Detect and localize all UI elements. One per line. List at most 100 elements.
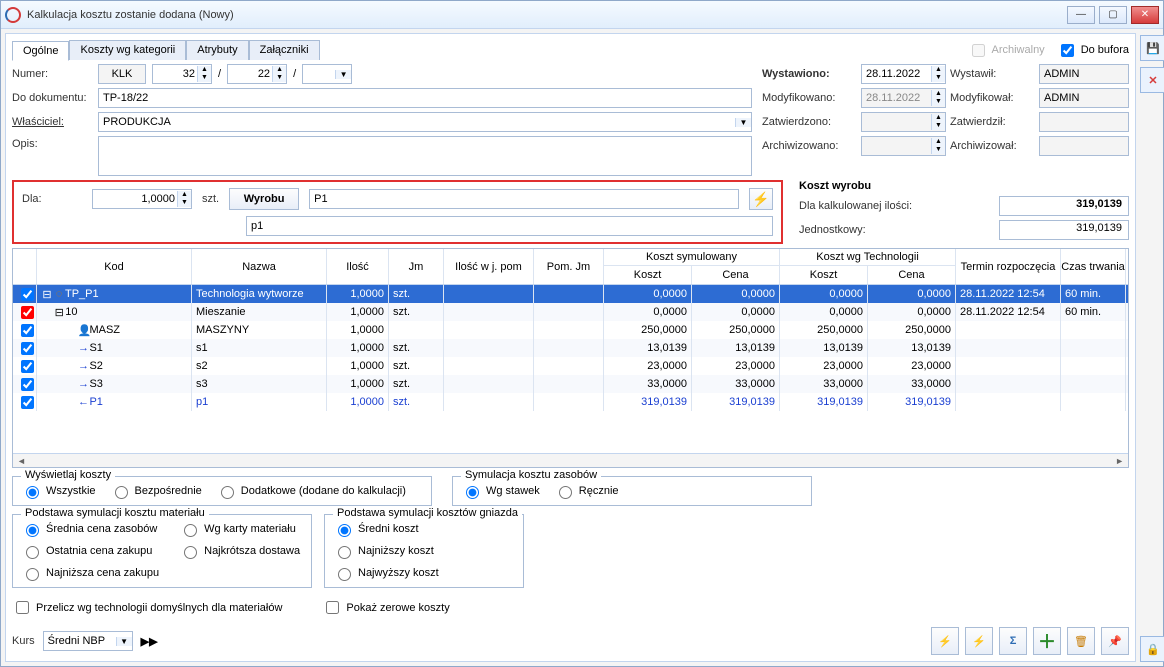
radio-wszystkie[interactable]: Wszystkie (21, 483, 96, 499)
kurs-select[interactable]: Średni NBP▼ (43, 631, 133, 651)
numer-code: KLK (98, 64, 146, 84)
tab-koszty[interactable]: Koszty wg kategorii (69, 40, 186, 60)
check-przelicz[interactable]: Przelicz wg technologii domyślnych dla m… (12, 598, 282, 617)
koszt-row1-label: Dla kalkulowanej ilości: (799, 200, 912, 212)
label-opis: Opis: (12, 136, 92, 176)
th-czas[interactable]: Czas trwania (1061, 249, 1126, 284)
fieldset-wyswietlaj: Wyświetlaj koszty Wszystkie Bezpośrednie… (12, 476, 432, 506)
opis-textarea[interactable] (98, 136, 752, 176)
kurs-next-button[interactable]: ▶▶ (141, 635, 158, 648)
window-title: Kalkulacja kosztu zostanie dodana (Nowy) (27, 9, 1063, 21)
th-jm[interactable]: Jm (389, 249, 444, 284)
label-wystawil: Wystawił: (950, 68, 1035, 80)
koszt-wyrobu-section: Koszt wyrobu Dla kalkulowanej ilości: 31… (799, 180, 1129, 244)
th-nazwa[interactable]: Nazwa (192, 249, 327, 284)
th-kod[interactable]: Kod (37, 249, 192, 284)
close-button[interactable]: ✕ (1131, 6, 1159, 24)
wystawiono-date[interactable]: 28.11.2022▲▼ (861, 64, 946, 84)
tabs: Ogólne Koszty wg kategorii Atrybuty Załą… (12, 40, 320, 60)
th-koszt-tech[interactable]: Koszt wg Technologii (780, 249, 955, 266)
th-pom-jm[interactable]: Pom. Jm (534, 249, 604, 284)
main-panel: Ogólne Koszty wg kategorii Atrybuty Załą… (5, 33, 1136, 662)
save-icon-button[interactable]: 💾 (1140, 35, 1164, 61)
label-wlasciciel[interactable]: Właściciel: (12, 116, 92, 128)
cancel-icon-button[interactable]: ✕ (1140, 67, 1164, 93)
legend-wyswietlaj: Wyświetlaj koszty (21, 469, 115, 481)
wlasciciel-select[interactable]: PRODUKCJA▼ (98, 112, 752, 132)
fieldset-podstawa-mat: Podstawa symulacji kosztu materiału Śred… (12, 514, 312, 588)
label-zatwierdzil: Zatwierdził: (950, 116, 1035, 128)
archival-check[interactable]: Archiwalny (968, 41, 1045, 60)
th-kt[interactable]: Koszt (780, 266, 868, 284)
koszt-row2-label: Jednostkowy: (799, 224, 866, 236)
radio-ostatnia-cena[interactable]: Ostatnia cena zakupu (21, 543, 159, 559)
radio-dodatkowe[interactable]: Dodatkowe (dodane do kalkulacji) (216, 483, 406, 499)
radio-wg-karty[interactable]: Wg karty materiału (179, 521, 300, 537)
radio-najnizszy-koszt[interactable]: Najniższy koszt (333, 543, 434, 559)
radio-sredni-koszt[interactable]: Średni koszt (333, 521, 419, 537)
top-row: Ogólne Koszty wg kategorii Atrybuty Załą… (12, 40, 1129, 60)
radio-najwyzszy-koszt[interactable]: Najwyższy koszt (333, 565, 439, 581)
upper-wrap: Numer: KLK 32▲▼ / 22▲▼ / ▼ Do dokumentu:… (12, 64, 1129, 176)
bolt-button[interactable]: ⚡ (749, 188, 773, 210)
numer-a[interactable]: 32▲▼ (152, 64, 212, 84)
mid-wrap: Dla: 1,0000▲▼ szt. Wyrobu P1 ⚡ p1 Koszt … (12, 180, 1129, 244)
table-row[interactable]: 👤 MASZMASZYNY1,0000250,0000250,0000250,0… (13, 321, 1128, 339)
tab-general[interactable]: Ogólne (12, 41, 69, 61)
table-row[interactable]: ← P1p11,0000szt.319,0139319,0139319,0139… (13, 393, 1128, 411)
check-pokaz-zerowe[interactable]: Pokaż zerowe koszty (322, 598, 449, 617)
pin-button[interactable]: 📌 (1101, 627, 1129, 655)
do-dokumentu-input[interactable]: TP-18/22 (98, 88, 752, 108)
radio-najnizsza-cena[interactable]: Najniższa cena zakupu (21, 565, 159, 581)
label-dla: Dla: (22, 193, 82, 205)
table-row[interactable]: → S2s21,0000szt.23,000023,000023,000023,… (13, 357, 1128, 375)
th-ct[interactable]: Cena (868, 266, 956, 284)
numer-b[interactable]: 22▲▼ (227, 64, 287, 84)
top-right-controls: Archiwalny Do bufora (968, 41, 1130, 60)
table-row[interactable]: → S3s31,0000szt.33,000033,000033,000033,… (13, 375, 1128, 393)
th-cs[interactable]: Cena (692, 266, 780, 284)
lock-icon-button[interactable]: 🔒 (1140, 636, 1164, 662)
th-ks[interactable]: Koszt (604, 266, 692, 284)
bolt-yellow-button[interactable]: ⚡ (931, 627, 959, 655)
table-row[interactable]: → S1s11,0000szt.13,013913,013913,013913,… (13, 339, 1128, 357)
product-desc-input[interactable]: p1 (246, 216, 773, 236)
table-body[interactable]: ⊟◌ TP_P1Technologia wytworze1,0000szt.0,… (13, 285, 1128, 453)
wystawil-val: ADMIN (1039, 64, 1129, 84)
numer-suffix-select[interactable]: ▼ (302, 64, 352, 84)
radio-recznie[interactable]: Ręcznie (554, 483, 619, 499)
sigma-button[interactable]: Σ (999, 627, 1027, 655)
minimize-button[interactable]: — (1067, 6, 1095, 24)
radio-wg-stawek[interactable]: Wg stawek (461, 483, 540, 499)
maximize-button[interactable]: ▢ (1099, 6, 1127, 24)
th-ilosc[interactable]: Ilość (327, 249, 389, 284)
table-row[interactable]: ⊟◌ TP_P1Technologia wytworze1,0000szt.0,… (13, 285, 1128, 303)
dla-qty[interactable]: 1,0000▲▼ (92, 189, 192, 209)
product-input[interactable]: P1 (309, 189, 739, 209)
label-do-dokumentu: Do dokumentu: (12, 92, 92, 104)
table-row[interactable]: ⊟ 10Mieszanie1,0000szt.0,00000,00000,000… (13, 303, 1128, 321)
add-button[interactable]: ＋ (1033, 627, 1061, 655)
tab-atrybuty[interactable]: Atrybuty (186, 40, 248, 60)
tab-zalaczniki[interactable]: Załączniki (249, 40, 320, 60)
titlebar: Kalkulacja kosztu zostanie dodana (Nowy)… (1, 1, 1163, 29)
th-ilosc-pom[interactable]: Ilość w j. pom (444, 249, 534, 284)
th-koszt-sym[interactable]: Koszt symulowany (604, 249, 779, 266)
radio-najkrotsza[interactable]: Najkrótsza dostawa (179, 543, 300, 559)
data-table: Kod Nazwa Ilość Jm Ilość w j. pom Pom. J… (12, 248, 1129, 468)
fieldset-podstawa-gniazda: Podstawa symulacji kosztów gniazda Średn… (324, 514, 524, 588)
wyrobu-button[interactable]: Wyrobu (229, 188, 299, 210)
side-toolbar: 💾 ✕ 🔒 (1140, 33, 1164, 662)
table-scrollbar[interactable]: ◄► (13, 453, 1128, 467)
archival-label: Archiwalny (992, 44, 1045, 56)
delete-button[interactable]: 🗑 (1067, 627, 1095, 655)
th-termin[interactable]: Termin rozpoczęcia (956, 249, 1061, 284)
label-archiwizowano: Archiwizowano: (762, 140, 857, 152)
radio-srednia-cena[interactable]: Średnia cena zasobów (21, 521, 159, 537)
label-archiwizowal: Archiwizował: (950, 140, 1035, 152)
zatwierdzil-val (1039, 112, 1129, 132)
dla-unit: szt. (202, 193, 219, 205)
tobuffer-check[interactable]: Do bufora (1057, 41, 1129, 60)
radio-bezposrednie[interactable]: Bezpośrednie (110, 483, 202, 499)
bolt-green-button[interactable]: ⚡ (965, 627, 993, 655)
